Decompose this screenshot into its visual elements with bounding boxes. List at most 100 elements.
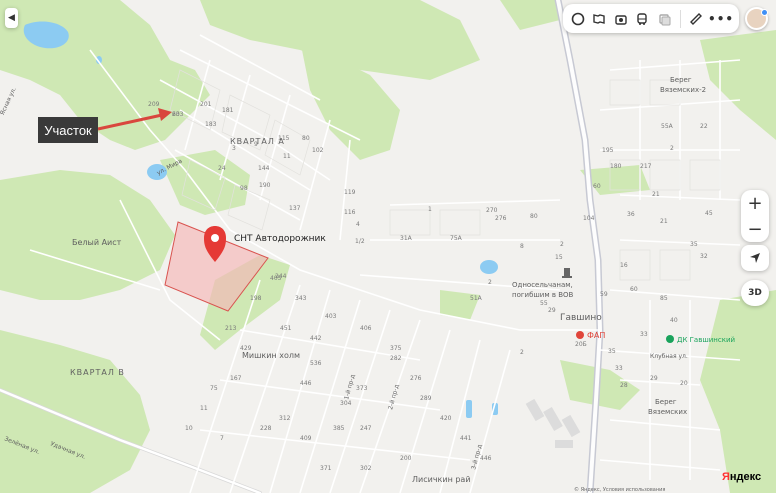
house-number: 282 xyxy=(390,355,402,362)
house-number: 60 xyxy=(593,183,601,190)
menu-button[interactable]: ◀ xyxy=(5,8,18,28)
house-number: 11 xyxy=(200,405,208,412)
house-number: 104 xyxy=(583,215,595,222)
zoom-in-button[interactable]: + xyxy=(741,190,769,216)
house-number: 270 xyxy=(486,207,498,214)
house-number: 2 xyxy=(560,241,564,248)
house-number: 343 xyxy=(295,295,307,302)
logo-rest: ндекс xyxy=(729,471,762,483)
house-number: 137 xyxy=(289,205,301,212)
house-number: 442 xyxy=(310,335,322,342)
navigation-arrow-icon xyxy=(750,253,760,263)
house-number: 75 xyxy=(210,385,218,392)
copyright-text[interactable]: © Яндекс, Условия использования xyxy=(574,487,665,493)
house-number: 28 xyxy=(620,382,628,389)
camera-button[interactable] xyxy=(611,6,631,32)
locate-button[interactable] xyxy=(741,245,769,271)
map-pin-dot xyxy=(211,234,219,242)
monument-line: Односельчанам, xyxy=(512,281,573,289)
house-number: 40 xyxy=(670,317,678,324)
medical-icon xyxy=(576,331,584,339)
house-number: 201 xyxy=(200,101,212,108)
house-number: 536 xyxy=(310,360,322,367)
camera-icon xyxy=(615,14,627,25)
house-number: 32 xyxy=(700,253,708,260)
house-number: 60 xyxy=(630,286,638,293)
house-number: 4 xyxy=(356,221,360,228)
house-number: 247 xyxy=(360,425,372,432)
house-number: 406 xyxy=(360,325,372,332)
lisichkin-label: Лисичкин рай xyxy=(412,475,471,484)
house-number: 20 xyxy=(680,380,688,387)
house-number: 217 xyxy=(640,163,652,170)
house-number: 1 xyxy=(428,206,432,213)
house-number: 441 xyxy=(460,435,472,442)
house-number: 29 xyxy=(548,307,556,314)
bereg2-line: Берег xyxy=(670,76,692,84)
house-number: 446 xyxy=(480,455,492,462)
fap-poi[interactable]: ФАП xyxy=(576,331,605,340)
house-number: 63 xyxy=(172,111,180,118)
house-number: 31А xyxy=(400,235,413,242)
house-number: 302 xyxy=(360,465,372,472)
house-number: 371 xyxy=(320,465,332,472)
layers-button[interactable] xyxy=(568,6,588,32)
ruler-button[interactable] xyxy=(686,6,706,32)
house-number: 375 xyxy=(390,345,402,352)
traffic-button[interactable] xyxy=(654,6,674,32)
house-number: 1/2 xyxy=(355,238,365,245)
house-number: 181 xyxy=(222,107,234,114)
house-number: 33 xyxy=(640,331,648,338)
house-number: 33 xyxy=(615,365,623,372)
zoom-out-button[interactable]: − xyxy=(741,216,769,242)
bereg2-line: Вяземских-2 xyxy=(660,86,706,94)
more-button[interactable]: ••• xyxy=(708,6,734,32)
layers-icon xyxy=(571,12,585,25)
house-number: 21 xyxy=(660,218,668,225)
house-number: 15 xyxy=(555,254,563,261)
house-number: 119 xyxy=(344,189,356,196)
house-number: 451 xyxy=(280,325,292,332)
zoom-control: + − xyxy=(741,190,769,242)
traffic-icon xyxy=(659,13,671,25)
3d-button[interactable]: 3D xyxy=(741,280,769,306)
house-number: 420 xyxy=(440,415,452,422)
house-number: 200 xyxy=(400,455,412,462)
house-number: 2 xyxy=(670,145,674,152)
map-canvas[interactable]: 203201209183181911144190115 8010213711611… xyxy=(0,0,776,493)
house-number: 403 xyxy=(325,313,337,320)
house-number: 2 xyxy=(520,349,524,356)
house-number: 20Б xyxy=(575,341,587,348)
transport-button[interactable] xyxy=(633,6,653,32)
logo-first-letter: Я xyxy=(722,471,730,483)
bereg-line: Вяземских xyxy=(648,408,687,416)
house-number: 10 xyxy=(185,425,193,432)
house-number: 75А xyxy=(450,235,463,242)
house-number: 405 xyxy=(270,275,282,282)
house-number: 385 xyxy=(333,425,345,432)
culture-icon xyxy=(666,335,674,343)
house-number: 51А xyxy=(470,295,483,302)
house-number: 35 xyxy=(608,348,616,355)
house-number: 24 xyxy=(218,165,226,172)
house-number: 195 xyxy=(602,147,614,154)
house-number: 7 xyxy=(220,435,224,442)
panorama-button[interactable] xyxy=(590,6,610,32)
more-icon: ••• xyxy=(708,11,735,26)
snt-label: СНТ Автодорожник xyxy=(234,234,326,244)
house-number: 21 xyxy=(652,191,660,198)
plot-callout: Участок xyxy=(38,117,98,143)
house-number: 167 xyxy=(230,375,242,382)
monument-line: погибшим в ВОВ xyxy=(512,291,574,299)
house-number: 85 xyxy=(660,295,668,302)
mishkin-label: Мишкин холм xyxy=(242,351,300,360)
house-number: 3 xyxy=(232,145,236,152)
house-number: 45 xyxy=(705,210,713,217)
street-klub-label: Клубная ул. xyxy=(650,353,688,360)
dk-poi[interactable]: ДК Гавшинский xyxy=(666,335,735,344)
house-number: 80 xyxy=(302,135,310,142)
notification-dot xyxy=(761,9,768,16)
house-number: 209 xyxy=(148,101,160,108)
house-number: 183 xyxy=(205,121,217,128)
yandex-logo[interactable]: Яндекс xyxy=(722,471,761,483)
